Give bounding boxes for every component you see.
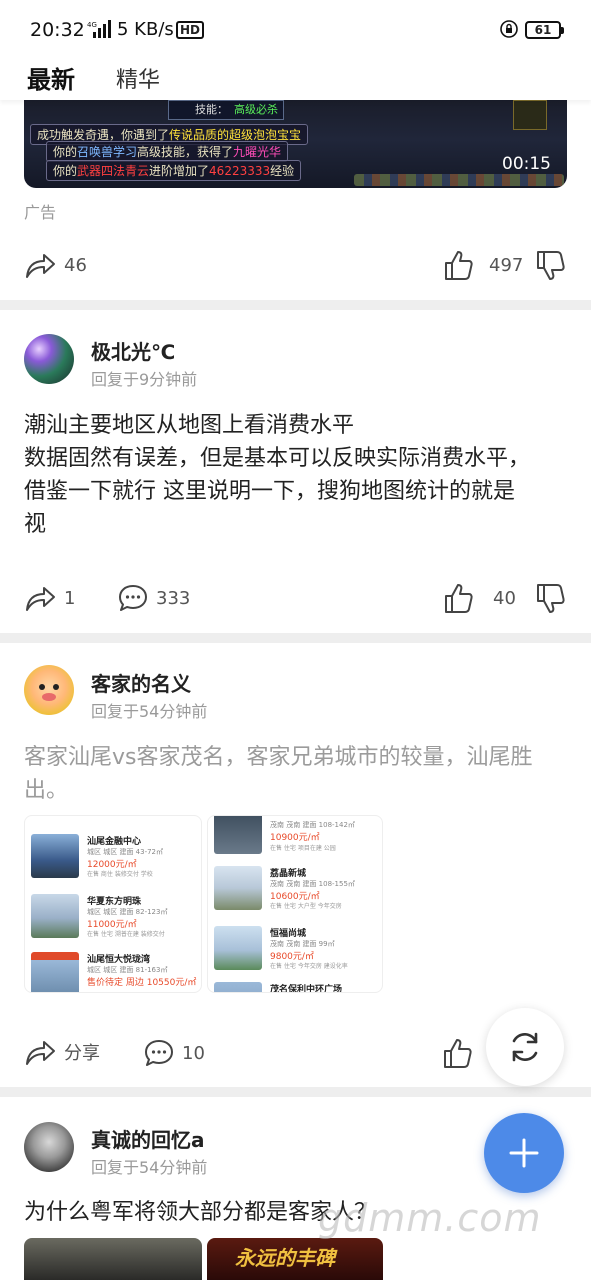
- like-count: 497: [489, 254, 524, 276]
- rotation-lock-icon: [500, 20, 518, 38]
- ad-text-line: 你的武器四法青云进阶增加了46223333经验: [46, 160, 302, 181]
- like-count: 40: [493, 587, 516, 609]
- ad-video[interactable]: 技能： 高级必杀 成功触发奇遇，你遇到了传说品质的超级泡泡宝宝 你的召唤兽学习高级…: [24, 100, 567, 188]
- thumbs-down-icon[interactable]: [535, 583, 565, 615]
- post-meta: 回复于9分钟前: [91, 370, 198, 389]
- listing-item: 茂名保利中环广场: [214, 982, 378, 992]
- post-image[interactable]: 永远的丰碑: [207, 1238, 383, 1280]
- username[interactable]: 客家的名义: [91, 668, 191, 697]
- ad-text-line: 你的召唤兽学习高级技能，获得了九曜光华: [46, 141, 289, 162]
- add-post-button[interactable]: [484, 1113, 564, 1193]
- avatar[interactable]: [24, 334, 74, 384]
- share-label: 分享: [64, 1043, 100, 1064]
- network-speed: 5 KB/s: [117, 19, 174, 40]
- signal-icon: 4G: [87, 20, 111, 38]
- post-body[interactable]: 潮汕主要地区从地图上看消费水平 数据固然有误差，但是基本可以反映实际消费水平， …: [24, 409, 569, 541]
- watermark: gdmm.com: [318, 1196, 542, 1240]
- ad-item-strip: [354, 174, 564, 186]
- listing-item: 汕尾金融中心 城区 城区 建面 43-72㎡ 12000元/㎡ 在售 商住 装修…: [31, 834, 197, 880]
- post-image[interactable]: [24, 1238, 202, 1280]
- post-meta: 回复于54分钟前: [91, 702, 208, 721]
- comment-button[interactable]: 333: [118, 584, 190, 612]
- avatar[interactable]: [24, 1122, 74, 1172]
- username[interactable]: 真诚的回忆a: [91, 1124, 205, 1153]
- like-button[interactable]: [442, 1037, 472, 1069]
- top-tabs: 最新 精华: [0, 58, 591, 100]
- post-image[interactable]: 茂南 茂南 建面 108-142㎡ 10900元/㎡ 在售 住宅 项目在建 公园…: [207, 815, 383, 993]
- divider: [0, 300, 591, 310]
- video-duration: 00:15: [502, 154, 551, 174]
- status-bar: 20:32 4G 5 KB/s HD 61: [0, 0, 591, 58]
- comment-count: 333: [156, 587, 191, 609]
- thumbs-down-icon[interactable]: [535, 250, 565, 282]
- share-icon: [26, 587, 55, 611]
- divider: [0, 1087, 591, 1097]
- like-button[interactable]: 40: [443, 582, 516, 614]
- listing-item: 汕尾恒大悦珑湾 城区 城区 建面 81-163㎡ 售价待定 周边 10550元/…: [31, 952, 197, 992]
- image-caption: 永远的丰碑: [235, 1246, 335, 1270]
- share-button[interactable]: 1: [24, 583, 75, 613]
- share-count: 46: [64, 254, 87, 276]
- avatar[interactable]: [24, 665, 74, 715]
- avatar-face: [39, 684, 59, 701]
- comment-count: 10: [182, 1042, 205, 1064]
- tab-latest[interactable]: 最新: [27, 60, 75, 95]
- comment-icon: [119, 585, 147, 611]
- thumbs-up-icon: [444, 1039, 472, 1068]
- status-time: 20:32: [30, 19, 85, 41]
- like-button[interactable]: 497: [443, 249, 523, 281]
- share-icon: [26, 254, 55, 278]
- divider: [0, 633, 591, 643]
- listing-item: 茂南 茂南 建面 108-142㎡ 10900元/㎡ 在售 住宅 项目在建 公园: [214, 816, 378, 862]
- plus-icon: [509, 1138, 539, 1168]
- partial-row: [31, 816, 197, 822]
- listing-item: 恒福尚城 茂南 茂南 建面 99㎡ 9800元/㎡ 在售 住宅 今年交房 建设化…: [214, 926, 378, 972]
- listing-item: 荔晶新城 茂南 茂南 建面 108-155㎡ 10600元/㎡ 在售 住宅 大户…: [214, 866, 378, 912]
- tab-featured[interactable]: 精华: [116, 62, 160, 94]
- post-meta: 回复于54分钟前: [91, 1158, 208, 1177]
- ad-skill-box: 技能： 高级必杀: [168, 100, 284, 120]
- share-button[interactable]: 分享: [24, 1037, 100, 1067]
- hd-icon: HD: [176, 21, 205, 39]
- post-image[interactable]: 汕尾金融中心 城区 城区 建面 43-72㎡ 12000元/㎡ 在售 商住 装修…: [24, 815, 202, 993]
- comment-icon: [145, 1040, 173, 1066]
- username[interactable]: 极北光℃: [91, 336, 175, 365]
- ad-game-badge: [513, 100, 547, 130]
- thumbs-up-icon: [445, 584, 473, 613]
- listing-item: 华夏东方明珠 城区 城区 建面 82-123㎡ 11000元/㎡ 在售 住宅 溯…: [31, 894, 197, 940]
- post-body[interactable]: 客家汕尾vs客家茂名，客家兄弟城市的较量，汕尾胜 出。: [24, 741, 569, 807]
- ad-label: 广告: [24, 203, 57, 222]
- share-count: 1: [64, 587, 76, 609]
- share-button[interactable]: 46: [24, 250, 87, 280]
- thumbs-up-icon: [445, 251, 473, 280]
- refresh-button[interactable]: [486, 1008, 564, 1086]
- network-type: 4G: [87, 21, 97, 29]
- comment-button[interactable]: 10: [144, 1039, 205, 1067]
- share-icon: [26, 1041, 55, 1065]
- refresh-icon: [512, 1032, 538, 1062]
- battery-icon: 61: [525, 21, 564, 39]
